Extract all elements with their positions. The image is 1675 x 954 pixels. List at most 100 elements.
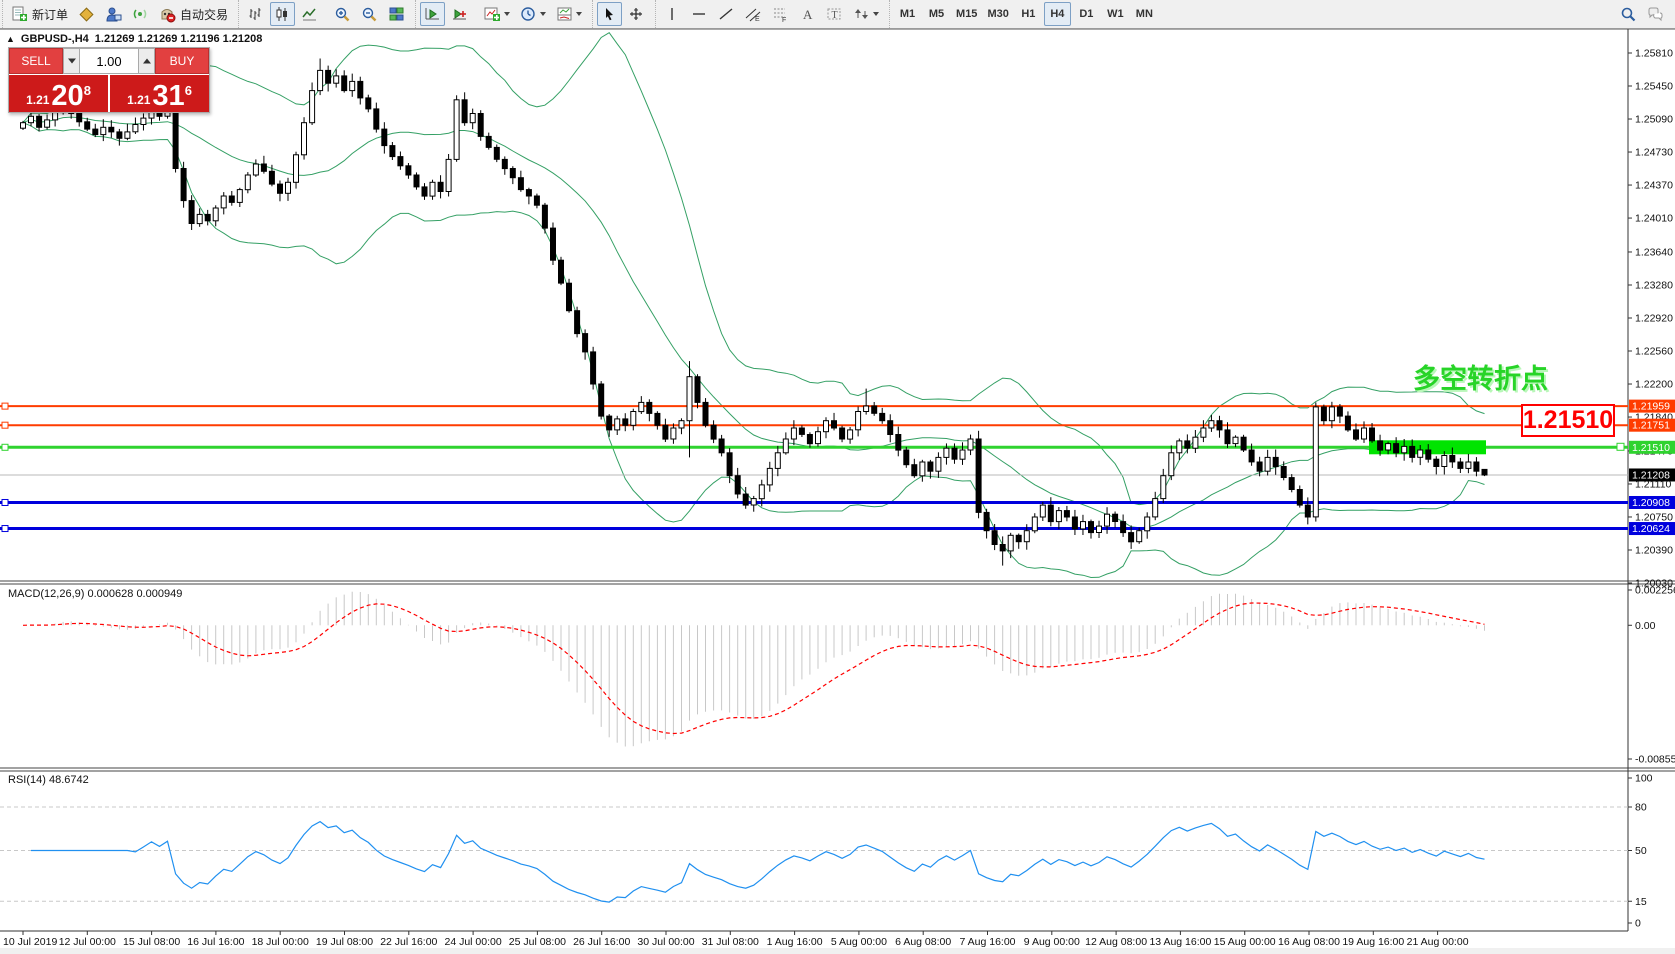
- channel-icon: E: [745, 6, 762, 23]
- tf-d1[interactable]: D1: [1073, 2, 1100, 26]
- chevron-down-icon: [873, 12, 879, 16]
- tf-m30[interactable]: M30: [983, 2, 1012, 26]
- sell-price-pip: 8: [84, 84, 91, 97]
- svg-text:F: F: [782, 17, 786, 23]
- svg-text:24 Jul 00:00: 24 Jul 00:00: [444, 936, 501, 948]
- svg-text:1.24010: 1.24010: [1635, 213, 1673, 225]
- svg-text:21 Aug 00:00: 21 Aug 00:00: [1407, 936, 1469, 948]
- chat-button[interactable]: [1643, 2, 1668, 26]
- line-chart-button[interactable]: [297, 2, 322, 26]
- svg-text:1.20390: 1.20390: [1635, 544, 1673, 556]
- svg-text:1.20624: 1.20624: [1632, 523, 1670, 535]
- sell-price-prefix: 1.21: [26, 94, 49, 109]
- signals-button[interactable]: [128, 2, 153, 26]
- svg-text:1.21959: 1.21959: [1632, 401, 1670, 413]
- chart-area[interactable]: 1.258101.254501.250901.247301.243701.240…: [0, 0, 1675, 954]
- horizontal-line-button[interactable]: [687, 2, 712, 26]
- svg-text:100: 100: [1635, 773, 1653, 785]
- chart-shift-button[interactable]: [447, 2, 472, 26]
- zoom-out-button[interactable]: [357, 2, 382, 26]
- svg-text:16 Aug 08:00: 16 Aug 08:00: [1278, 936, 1340, 948]
- chevron-down-icon: [504, 12, 510, 16]
- market-watch-button[interactable]: [101, 2, 126, 26]
- crosshair-button[interactable]: [624, 2, 649, 26]
- cursor-icon: [601, 6, 618, 23]
- periods-button[interactable]: [516, 2, 550, 26]
- trend-icon: [718, 6, 735, 23]
- bar-chart-button[interactable]: [243, 2, 268, 26]
- macd-label: MACD(12,26,9) 0.000628 0.000949: [8, 588, 182, 600]
- buy-button[interactable]: BUY: [155, 48, 209, 74]
- tf-m30-label: M30: [987, 8, 1008, 20]
- cursor-button[interactable]: [597, 2, 622, 26]
- svg-text:50: 50: [1635, 845, 1647, 857]
- tile-windows-button[interactable]: [384, 2, 409, 26]
- symbol-ohlc-values: 1.21269 1.21269 1.21196 1.21208: [95, 33, 263, 45]
- collapse-panel-icon[interactable]: ▲: [6, 34, 15, 44]
- chevron-down-icon: [540, 12, 546, 16]
- svg-text:1.24370: 1.24370: [1635, 180, 1673, 192]
- search-button[interactable]: [1616, 2, 1641, 26]
- autotrading-button[interactable]: 自动交易: [155, 2, 232, 26]
- zoom-in-button[interactable]: [330, 2, 355, 26]
- volume-increase-button[interactable]: [138, 48, 155, 74]
- vertical-line-button[interactable]: [660, 2, 685, 26]
- svg-text:26 Jul 16:00: 26 Jul 16:00: [573, 936, 630, 948]
- candle-chart-button[interactable]: [270, 2, 295, 26]
- svg-text:1.22920: 1.22920: [1635, 313, 1673, 325]
- svg-text:1.20750: 1.20750: [1635, 511, 1673, 523]
- shapes-icon: [853, 6, 870, 23]
- svg-text:0.00: 0.00: [1635, 620, 1656, 632]
- person-icon: [105, 6, 122, 23]
- new-order-button[interactable]: 新订单: [7, 2, 72, 26]
- text-label-button[interactable]: T: [822, 2, 847, 26]
- svg-text:A: A: [803, 7, 813, 22]
- tf-w1[interactable]: W1: [1102, 2, 1129, 26]
- svg-text:12 Aug 08:00: 12 Aug 08:00: [1085, 936, 1147, 948]
- clock-icon: [520, 6, 537, 23]
- indicator-window-button[interactable]: [552, 2, 586, 26]
- search-icon: [1620, 6, 1637, 23]
- shift-icon: [451, 6, 468, 23]
- diamond-icon: [78, 6, 95, 23]
- volume-input[interactable]: [80, 48, 138, 74]
- tf-m1[interactable]: M1: [894, 2, 921, 26]
- svg-text:1.23640: 1.23640: [1635, 246, 1673, 258]
- rsi-value: 48.6742: [49, 774, 89, 786]
- main-toolbar: 新订单 自动交易 E F AT M1 M5M15 M30 H1H4 D1 W1MN: [0, 0, 1675, 29]
- sell-price-panel[interactable]: 1.21 20 8: [9, 75, 108, 112]
- buy-price-pip: 6: [185, 84, 192, 97]
- indicators-button[interactable]: [480, 2, 514, 26]
- tf-m5[interactable]: M5: [923, 2, 950, 26]
- hline-icon: [691, 6, 708, 23]
- tf-m15[interactable]: M15: [952, 2, 981, 26]
- arrows-button[interactable]: [849, 2, 883, 26]
- tf-mn[interactable]: MN: [1131, 2, 1158, 26]
- rsi-label: RSI(14) 48.6742: [8, 774, 89, 786]
- tf-d1-label: D1: [1079, 8, 1093, 20]
- svg-text:1.22560: 1.22560: [1635, 346, 1673, 358]
- trendline-button[interactable]: [714, 2, 739, 26]
- tf-h1[interactable]: H1: [1015, 2, 1042, 26]
- sell-button[interactable]: SELL: [9, 48, 63, 74]
- buy-price-panel[interactable]: 1.21 31 6: [110, 75, 209, 112]
- svg-text:0: 0: [1635, 918, 1641, 930]
- fibonacci-button[interactable]: F: [768, 2, 793, 26]
- metaeditor-button[interactable]: [74, 2, 99, 26]
- price-annotation-box[interactable]: 1.21510: [1521, 404, 1615, 437]
- svg-text:E: E: [755, 16, 760, 23]
- volume-decrease-button[interactable]: [63, 48, 80, 74]
- tf-h4[interactable]: H4: [1044, 2, 1071, 26]
- text-button[interactable]: A: [795, 2, 820, 26]
- autoscroll-button[interactable]: [420, 2, 445, 26]
- toolbar-group: 新订单 自动交易: [2, 0, 236, 28]
- autoscroll-icon: [424, 6, 441, 23]
- turning-point-note[interactable]: 多空转折点: [1413, 366, 1548, 393]
- bars-icon: [247, 6, 264, 23]
- equidistant-channel-button[interactable]: E: [741, 2, 766, 26]
- svg-text:1.21751: 1.21751: [1632, 420, 1670, 432]
- svg-text:30 Jul 00:00: 30 Jul 00:00: [637, 936, 694, 948]
- buy-price-prefix: 1.21: [127, 94, 150, 109]
- symbol-header: ▲ GBPUSD-,H4 1.21269 1.21269 1.21196 1.2…: [6, 33, 262, 45]
- tf-m1-label: M1: [900, 8, 915, 20]
